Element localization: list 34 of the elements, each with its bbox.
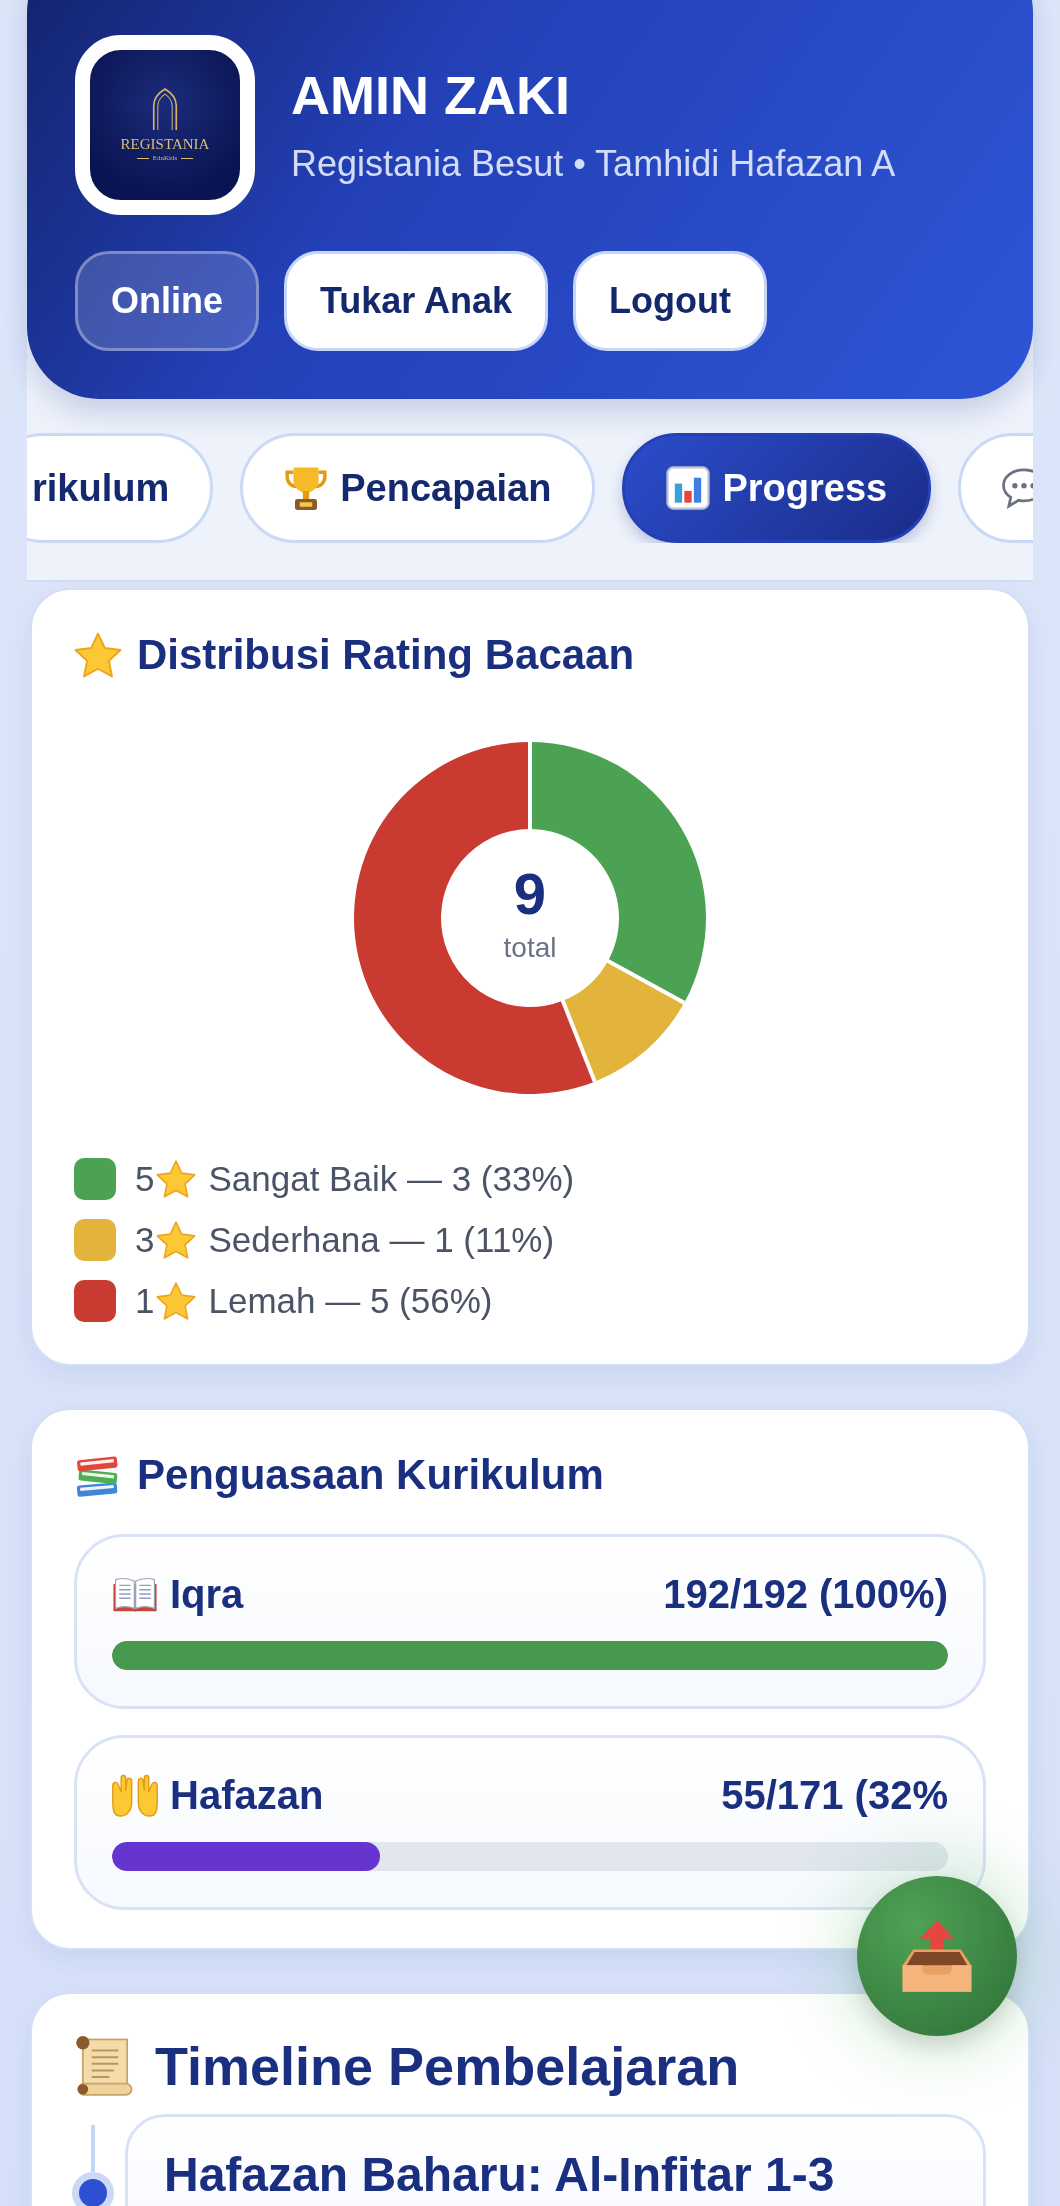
speech-bubble-icon bbox=[1002, 466, 1033, 510]
nav-tab[interactable]: Pencapaian bbox=[240, 433, 596, 543]
nav-tab[interactable]: Progress bbox=[622, 433, 932, 543]
nav-tab[interactable]: rikulum bbox=[27, 433, 214, 543]
student-name: AMIN ZAKI bbox=[291, 66, 571, 126]
timeline-entry-title: Hafazan Baharu: Al-Infitar 1-3 bbox=[164, 2147, 835, 2201]
star-icon bbox=[156, 1159, 197, 1200]
curriculum-count: 55/171 (32% bbox=[721, 1771, 948, 1819]
arch-icon bbox=[151, 88, 179, 130]
trophy-icon bbox=[284, 466, 329, 510]
status-badge: Online bbox=[75, 251, 259, 351]
legend-rating: 5 bbox=[135, 1158, 155, 1201]
legend-rating: 3 bbox=[135, 1219, 155, 1262]
school-class-label: Registania Besut • Tamhidi Hafazan A bbox=[291, 142, 896, 184]
card-title: Distribusi Rating Bacaan bbox=[137, 630, 635, 680]
curriculum-count: 192/192 (100%) bbox=[663, 1570, 948, 1618]
star-icon bbox=[74, 631, 122, 680]
star-icon bbox=[156, 1220, 197, 1261]
total-label: total bbox=[503, 933, 557, 964]
curriculum-name: Hafazan bbox=[170, 1771, 324, 1819]
card-title: Penguasaan Kurikulum bbox=[137, 1450, 604, 1501]
legend-label: Sederhana — 1 (11%) bbox=[208, 1219, 555, 1262]
logout-button[interactable]: Logout bbox=[573, 251, 768, 351]
star-icon bbox=[156, 1281, 197, 1322]
curriculum-name: Iqra bbox=[170, 1570, 244, 1618]
legend-rating: 1 bbox=[135, 1280, 155, 1323]
total-count: 9 bbox=[513, 865, 547, 923]
card-title: Timeline Pembelajaran bbox=[155, 2034, 740, 2098]
switch-child-button[interactable]: Tukar Anak bbox=[284, 251, 549, 351]
legend-label: Lemah — 5 (56%) bbox=[208, 1280, 493, 1323]
tray-arrow-icon bbox=[900, 1919, 974, 1993]
bar-chart-icon bbox=[666, 466, 711, 510]
logo-title: REGISTANIA bbox=[120, 137, 210, 152]
legend-label: Sangat Baik — 3 (33%) bbox=[208, 1158, 575, 1201]
